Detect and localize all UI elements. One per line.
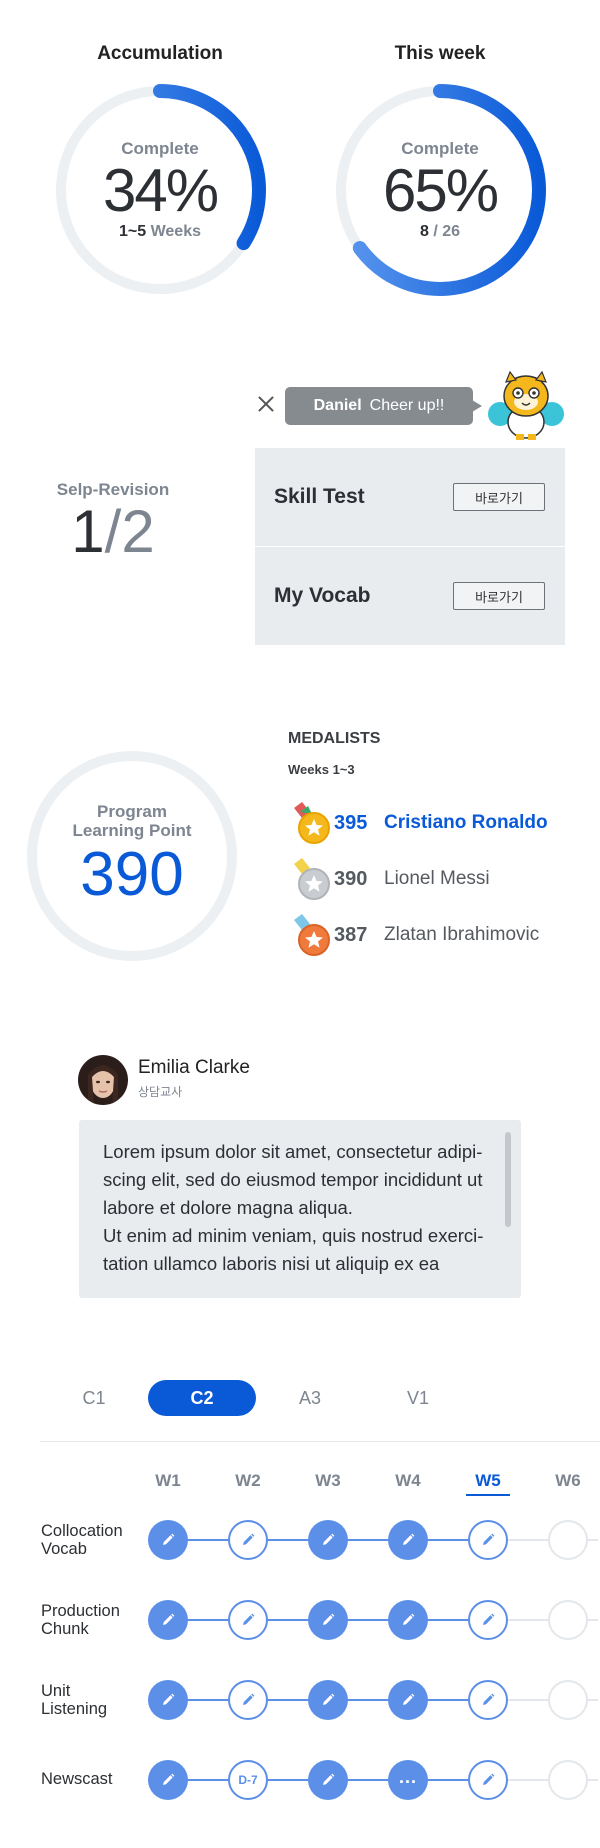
course-tabs: C1 C2 A3 V1 (40, 1380, 600, 1416)
medalists-heading: MEDALISTS (288, 730, 381, 747)
gold-medal-icon (290, 800, 330, 846)
lesson-countdown-node[interactable]: D-7 (228, 1760, 268, 1800)
medalist-row-gold: 395 Cristiano Ronaldo (290, 800, 580, 846)
lesson-done-pencil-icon[interactable] (308, 1680, 348, 1720)
cheer-bubble: Daniel Cheer up!! (285, 387, 482, 425)
lesson-done-pencil-icon[interactable] (388, 1520, 428, 1560)
self-revision-value: 1/2 (71, 498, 155, 565)
skill-test-title: Skill Test (274, 485, 365, 508)
teacher-message: Lorem ipsum dolor sit amet, consectetur … (103, 1141, 484, 1274)
week-header-w3[interactable]: W3 (306, 1470, 350, 1496)
schedule-row-label: Production Chunk (41, 1602, 120, 1638)
skill-test-card: Skill Test 바로가기 (255, 448, 565, 546)
close-icon[interactable] (254, 392, 278, 416)
this-week-progress: This week Complete 65% 8 / 26 (325, 40, 555, 310)
learning-point: Program Learning Point 390 (26, 750, 238, 962)
lesson-locked-node[interactable] (548, 1520, 588, 1560)
tab-c2[interactable]: C2 (148, 1380, 256, 1416)
learning-point-label: Program Learning Point (72, 802, 192, 840)
cheer-message: Cheer up!! (369, 397, 445, 414)
medalist-name: Cristiano Ronaldo (384, 812, 548, 833)
schedule-row-label: Collocation Vocab (41, 1522, 123, 1558)
week-header-w4[interactable]: W4 (386, 1470, 430, 1496)
lesson-open-pencil-icon[interactable] (468, 1600, 508, 1640)
week-header-w2[interactable]: W2 (226, 1470, 270, 1496)
lesson-open-pencil-icon[interactable] (468, 1520, 508, 1560)
this-week-title: This week (394, 43, 486, 64)
medalist-row-bronze: 387 Zlatan Ibrahimovic (290, 912, 580, 958)
lesson-done-pencil-icon[interactable] (148, 1520, 188, 1560)
teacher-name: Emilia Clarke (138, 1057, 250, 1078)
medalists-range: Weeks 1~3 (288, 762, 355, 777)
avatar (78, 1055, 128, 1105)
medalist-score: 387 (334, 923, 368, 946)
tab-v1[interactable]: V1 (364, 1380, 472, 1416)
mascot-cheerleader-icon (486, 370, 566, 440)
medalist-score: 390 (334, 867, 368, 890)
lesson-open-pencil-icon[interactable] (228, 1680, 268, 1720)
week-header-w1[interactable]: W1 (146, 1470, 190, 1496)
medalist-name: Zlatan Ibrahimovic (384, 924, 540, 945)
lesson-done-pencil-icon[interactable] (148, 1760, 188, 1800)
silver-medal-icon (290, 856, 330, 902)
learning-point-value: 390 (80, 840, 184, 909)
lesson-done-pencil-icon[interactable] (148, 1600, 188, 1640)
lesson-open-pencil-icon[interactable] (468, 1680, 508, 1720)
tabs-divider (40, 1441, 600, 1442)
medalist-name: Lionel Messi (384, 868, 490, 889)
accumulation-progress: Accumulation Complete 34% 1~5 Weeks (45, 40, 275, 310)
lesson-in-progress-dots-icon[interactable]: ... (388, 1760, 428, 1800)
teacher-role: 상담교사 (138, 1085, 183, 1099)
my-vocab-title: My Vocab (274, 584, 371, 607)
accumulation-title: Accumulation (97, 43, 223, 64)
lesson-done-pencil-icon[interactable] (388, 1680, 428, 1720)
lesson-done-pencil-icon[interactable] (308, 1600, 348, 1640)
self-revision: Selp-Revision 1/2 (48, 480, 178, 564)
accumulation-ring: Complete 34% 1~5 Weeks (50, 80, 270, 300)
medalist-score: 395 (334, 811, 368, 834)
this-week-label: Complete (401, 139, 479, 158)
lesson-open-pencil-icon[interactable] (228, 1600, 268, 1640)
my-vocab-card: My Vocab 바로가기 (255, 547, 565, 645)
this-week-percent: 65% (382, 157, 499, 224)
schedule-row-label: Newscast (41, 1770, 113, 1788)
countdown-text: D-7 (238, 1773, 258, 1787)
lesson-done-pencil-icon[interactable] (148, 1680, 188, 1720)
teacher-message-box: Lorem ipsum dolor sit amet, consectetur … (79, 1120, 521, 1298)
week-header-w6[interactable]: W6 (546, 1470, 590, 1496)
tab-a3[interactable]: A3 (256, 1380, 364, 1416)
lesson-open-pencil-icon[interactable] (228, 1520, 268, 1560)
this-week-count: 8 / 26 (419, 223, 461, 240)
self-revision-label: Selp-Revision (56, 480, 170, 499)
accumulation-percent: 34% (102, 157, 219, 224)
lesson-locked-node[interactable] (548, 1680, 588, 1720)
my-vocab-go-button[interactable]: 바로가기 (453, 582, 545, 610)
lesson-done-pencil-icon[interactable] (308, 1520, 348, 1560)
bronze-medal-icon (290, 912, 330, 958)
week-header-w5[interactable]: W5 (466, 1470, 510, 1496)
lesson-done-pencil-icon[interactable] (308, 1760, 348, 1800)
cheer-name: Daniel (313, 397, 362, 414)
lesson-done-pencil-icon[interactable] (388, 1600, 428, 1640)
accumulation-label: Complete (121, 139, 199, 158)
tab-c1[interactable]: C1 (40, 1380, 148, 1416)
message-scrollbar[interactable] (505, 1132, 511, 1227)
skill-test-go-button[interactable]: 바로가기 (453, 483, 545, 511)
lesson-locked-node[interactable] (548, 1760, 588, 1800)
medalist-row-silver: 390 Lionel Messi (290, 856, 580, 902)
lesson-open-pencil-icon[interactable] (468, 1760, 508, 1800)
lesson-locked-node[interactable] (548, 1600, 588, 1640)
schedule-row-label: Unit Listening (41, 1682, 108, 1718)
accumulation-weeks: 1~5 Weeks (119, 223, 201, 240)
this-week-ring: Complete 65% 8 / 26 (330, 80, 550, 300)
